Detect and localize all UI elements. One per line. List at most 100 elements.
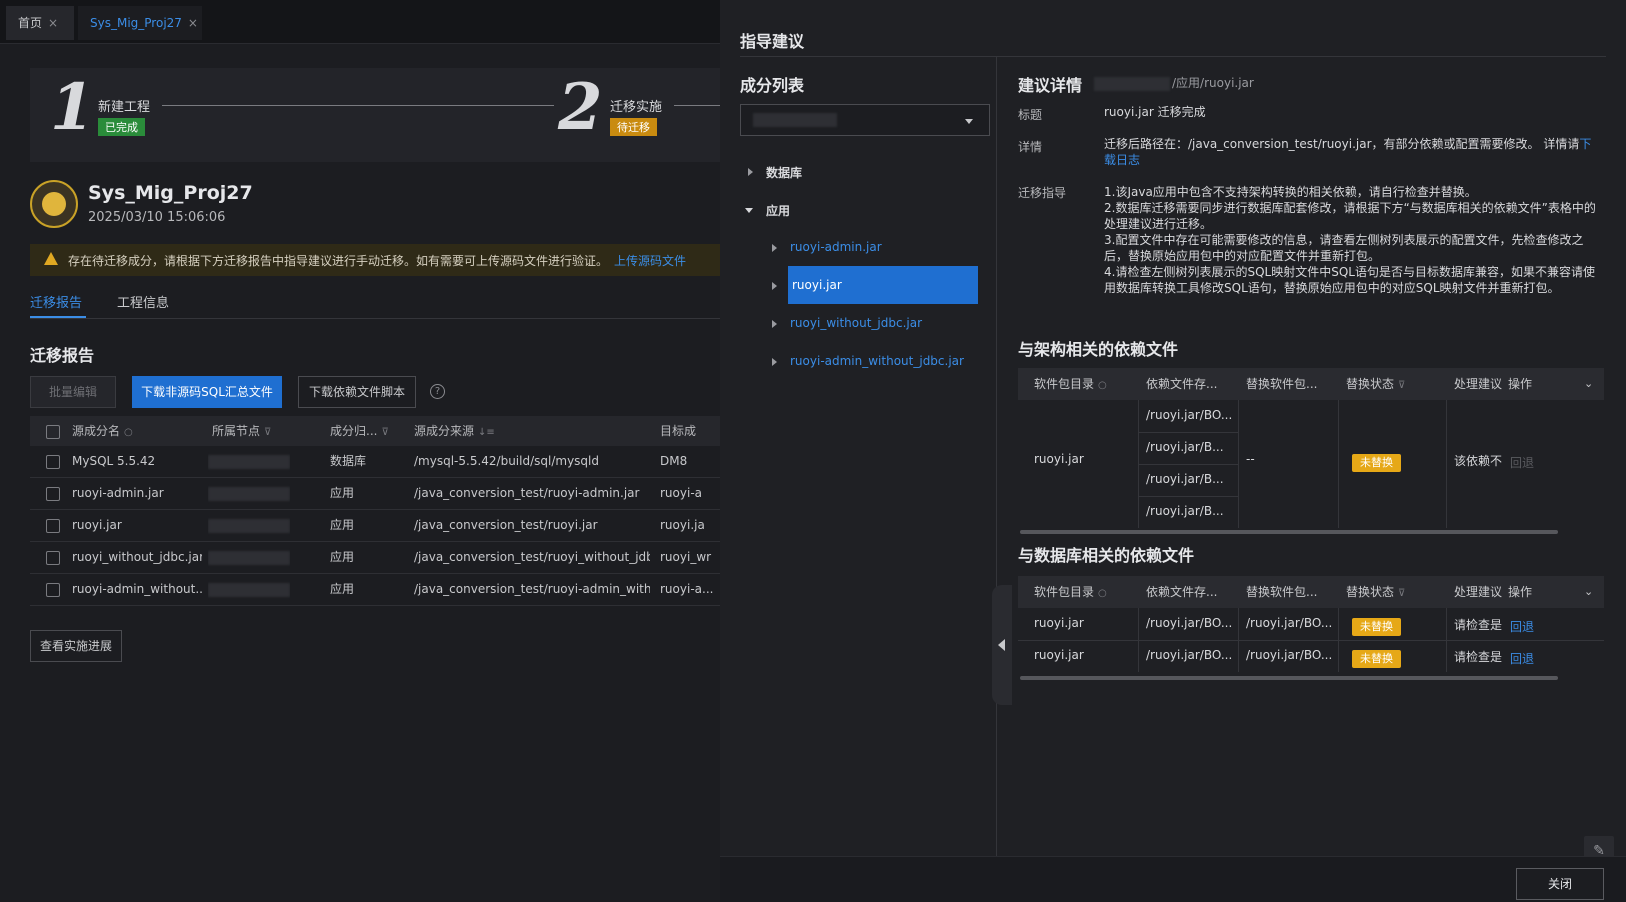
search-icon[interactable]: ○ [1098,380,1107,391]
chevron-right-icon[interactable] [772,358,777,366]
tab-project-info[interactable]: 工程信息 [117,292,169,311]
dep-path: /ruoyi.jar/BO... [1146,616,1233,630]
guide-list: 1.该Java应用中包含不支持架构转换的相关依赖，请自行检查并替换。 2.数据库… [1104,184,1598,296]
project-select[interactable] [740,104,990,136]
download-dep-button[interactable]: 下载依赖文件脚本 [298,376,416,408]
help-icon[interactable]: ? [430,384,445,399]
table-row[interactable]: ruoyi.jar 应用 /java_conversion_test/ruoyi… [30,510,720,542]
tree-item-ruoyi-admin[interactable]: ruoyi-admin.jar [790,240,882,254]
filter-icon[interactable]: ⊽ [1398,588,1405,599]
select-all-checkbox[interactable] [46,425,60,439]
chevron-right-icon[interactable] [772,320,777,328]
tab-label: Sys_Mig_Proj27 [90,16,182,30]
drawer-footer [720,856,1626,902]
col-header: 源成分来源 ↓≡ [414,424,495,438]
tree-node-app[interactable]: 应用 [766,202,790,219]
advice-text: 请检查是 [1454,650,1503,664]
status-badge: 已完成 [98,118,145,136]
step-number: 1 [50,70,95,145]
warning-text: 存在待迁移成分，请根据下方迁移报告中指导建议进行手动迁移。如有需要可上传源码文件… [68,254,609,268]
search-icon[interactable]: ○ [1098,588,1107,599]
chevron-left-icon [998,639,1005,651]
tree-node-database[interactable]: 数据库 [766,164,802,181]
batch-edit-button[interactable]: 批量编辑 [30,376,116,408]
project-name: Sys_Mig_Proj27 [88,182,253,204]
redacted-prefix [1094,76,1170,91]
sort-icon[interactable]: ↓≡ [478,427,495,438]
tree-item-ruoyi-selected[interactable]: ruoyi.jar [788,266,978,304]
status-badge: 未替换 [1352,454,1401,472]
label-guide: 迁移指导 [1018,186,1067,200]
package-name: ruoyi.jar [1034,616,1084,630]
dep-path: /ruoyi.jar/B... [1146,440,1224,454]
tree-item-ruoyi-without-jdbc[interactable]: ruoyi_without_jdbc.jar [790,316,922,330]
detail-title: 建议详情 [1018,76,1083,95]
chevron-down-icon[interactable] [745,208,753,213]
arch-section-title: 与架构相关的依赖文件 [1018,340,1179,359]
warning-banner: 存在待迁移成分，请根据下方迁移报告中指导建议进行手动迁移。如有需要可上传源码文件… [30,244,720,276]
component-table: 源成分名 ○ 所属节点 ⊽ 成分归... ⊽ 源成分来源 ↓≡ 目标成 MySQL 5.… [30,416,720,606]
tab-project[interactable]: Sys_Mig_Proj27 × [78,6,202,40]
chevron-down-icon [965,119,973,124]
tree-item-ruoyi-admin-without-jdbc[interactable]: ruoyi-admin_without_jdbc.jar [790,354,964,368]
row-checkbox[interactable] [46,519,60,533]
table-row[interactable]: ruoyi-admin.jar 应用 /java_conversion_test… [30,478,720,510]
arch-dependency-table: 软件包目录 ○ 依赖文件存... 替换软件包... 替换状态 ⊽ 处理建议 操作 ⌄… [1018,368,1604,536]
close-icon[interactable]: × [48,16,58,30]
rollback-button[interactable]: 回退 [1510,650,1534,667]
value-detail: 迁移后路径在：/java_conversion_test/ruoyi.jar，有… [1104,137,1592,167]
guide-item: 4.请检查左侧树列表展示的SQL映射文件中SQL语句是否与目标数据库兼容，如果不… [1104,265,1595,295]
collapse-panel-handle[interactable] [992,585,1012,705]
tab-migration-report[interactable]: 迁移报告 [30,292,82,311]
redacted-value [753,113,837,127]
component-list-title: 成分列表 [740,76,805,95]
row-checkbox[interactable] [46,583,60,597]
close-button[interactable]: 关闭 [1516,868,1604,900]
row-checkbox[interactable] [46,551,60,565]
chevron-right-icon[interactable] [748,168,753,176]
search-icon[interactable]: ○ [124,427,133,438]
drawer-divider [740,56,1606,57]
filter-icon[interactable]: ⊽ [381,427,388,438]
step-number: 2 [558,70,603,145]
horizontal-scrollbar[interactable] [1020,530,1558,534]
col-header: 目标成 [660,424,697,438]
table-row[interactable]: MySQL 5.5.42 数据库 /mysql-5.5.42/build/sql… [30,446,720,478]
close-icon[interactable]: × [188,16,198,30]
chevron-right-icon[interactable] [772,244,777,252]
redacted-node [208,454,290,469]
panel-splitter [996,56,997,856]
horizontal-scrollbar[interactable] [1020,676,1558,680]
filter-icon[interactable]: ⊽ [264,427,271,438]
download-sql-button[interactable]: 下载非源码SQL汇总文件 [132,376,282,408]
rollback-button[interactable]: 回退 [1510,618,1534,635]
step-indicator: 1 新建工程 已完成 2 迁移实施 待迁移 [30,68,720,162]
expand-columns-icon[interactable]: ⌄ [1584,576,1593,608]
upload-source-link[interactable]: 上传源码文件 [614,254,686,268]
view-progress-button[interactable]: 查看实施进展 [30,630,122,662]
table-row[interactable]: ruoyi_without_jdbc.jar 应用 /java_conversi… [30,542,720,574]
status-badge: 未替换 [1352,618,1401,636]
project-date: 2025/03/10 15:06:06 [88,210,226,225]
tab-divider [30,318,720,319]
replace-path: /ruoyi.jar/BO... [1246,616,1333,630]
step-name: 迁移实施 [610,100,663,115]
row-checkbox[interactable] [46,487,60,501]
dep-path: /ruoyi.jar/BO... [1146,408,1233,422]
chevron-right-icon[interactable] [772,282,777,290]
advice-text: 该依赖不 [1454,454,1503,468]
package-name: ruoyi.jar [1034,452,1084,466]
guide-item: 2.数据库迁移需要同步进行数据库配套修改，请根据下方“与数据库相关的依赖文件”表… [1104,201,1596,231]
tab-label: 首页 [18,16,43,30]
warning-icon [44,252,58,265]
col-header: 成分归... ⊽ [330,424,389,438]
row-checkbox[interactable] [46,455,60,469]
label-detail: 详情 [1018,140,1043,154]
tab-home[interactable]: 首页 × [6,6,74,40]
rollback-button[interactable]: 回退 [1510,454,1534,471]
table-row[interactable]: ruoyi-admin_without... 应用 /java_conversi… [30,574,720,606]
expand-columns-icon[interactable]: ⌄ [1584,368,1593,400]
filter-icon[interactable]: ⊽ [1398,380,1405,391]
col-header: 源成分名 ○ [72,424,133,438]
guide-item: 3.配置文件中存在可能需要修改的信息，请查看左侧树列表展示的配置文件，先检查修改… [1104,233,1584,263]
